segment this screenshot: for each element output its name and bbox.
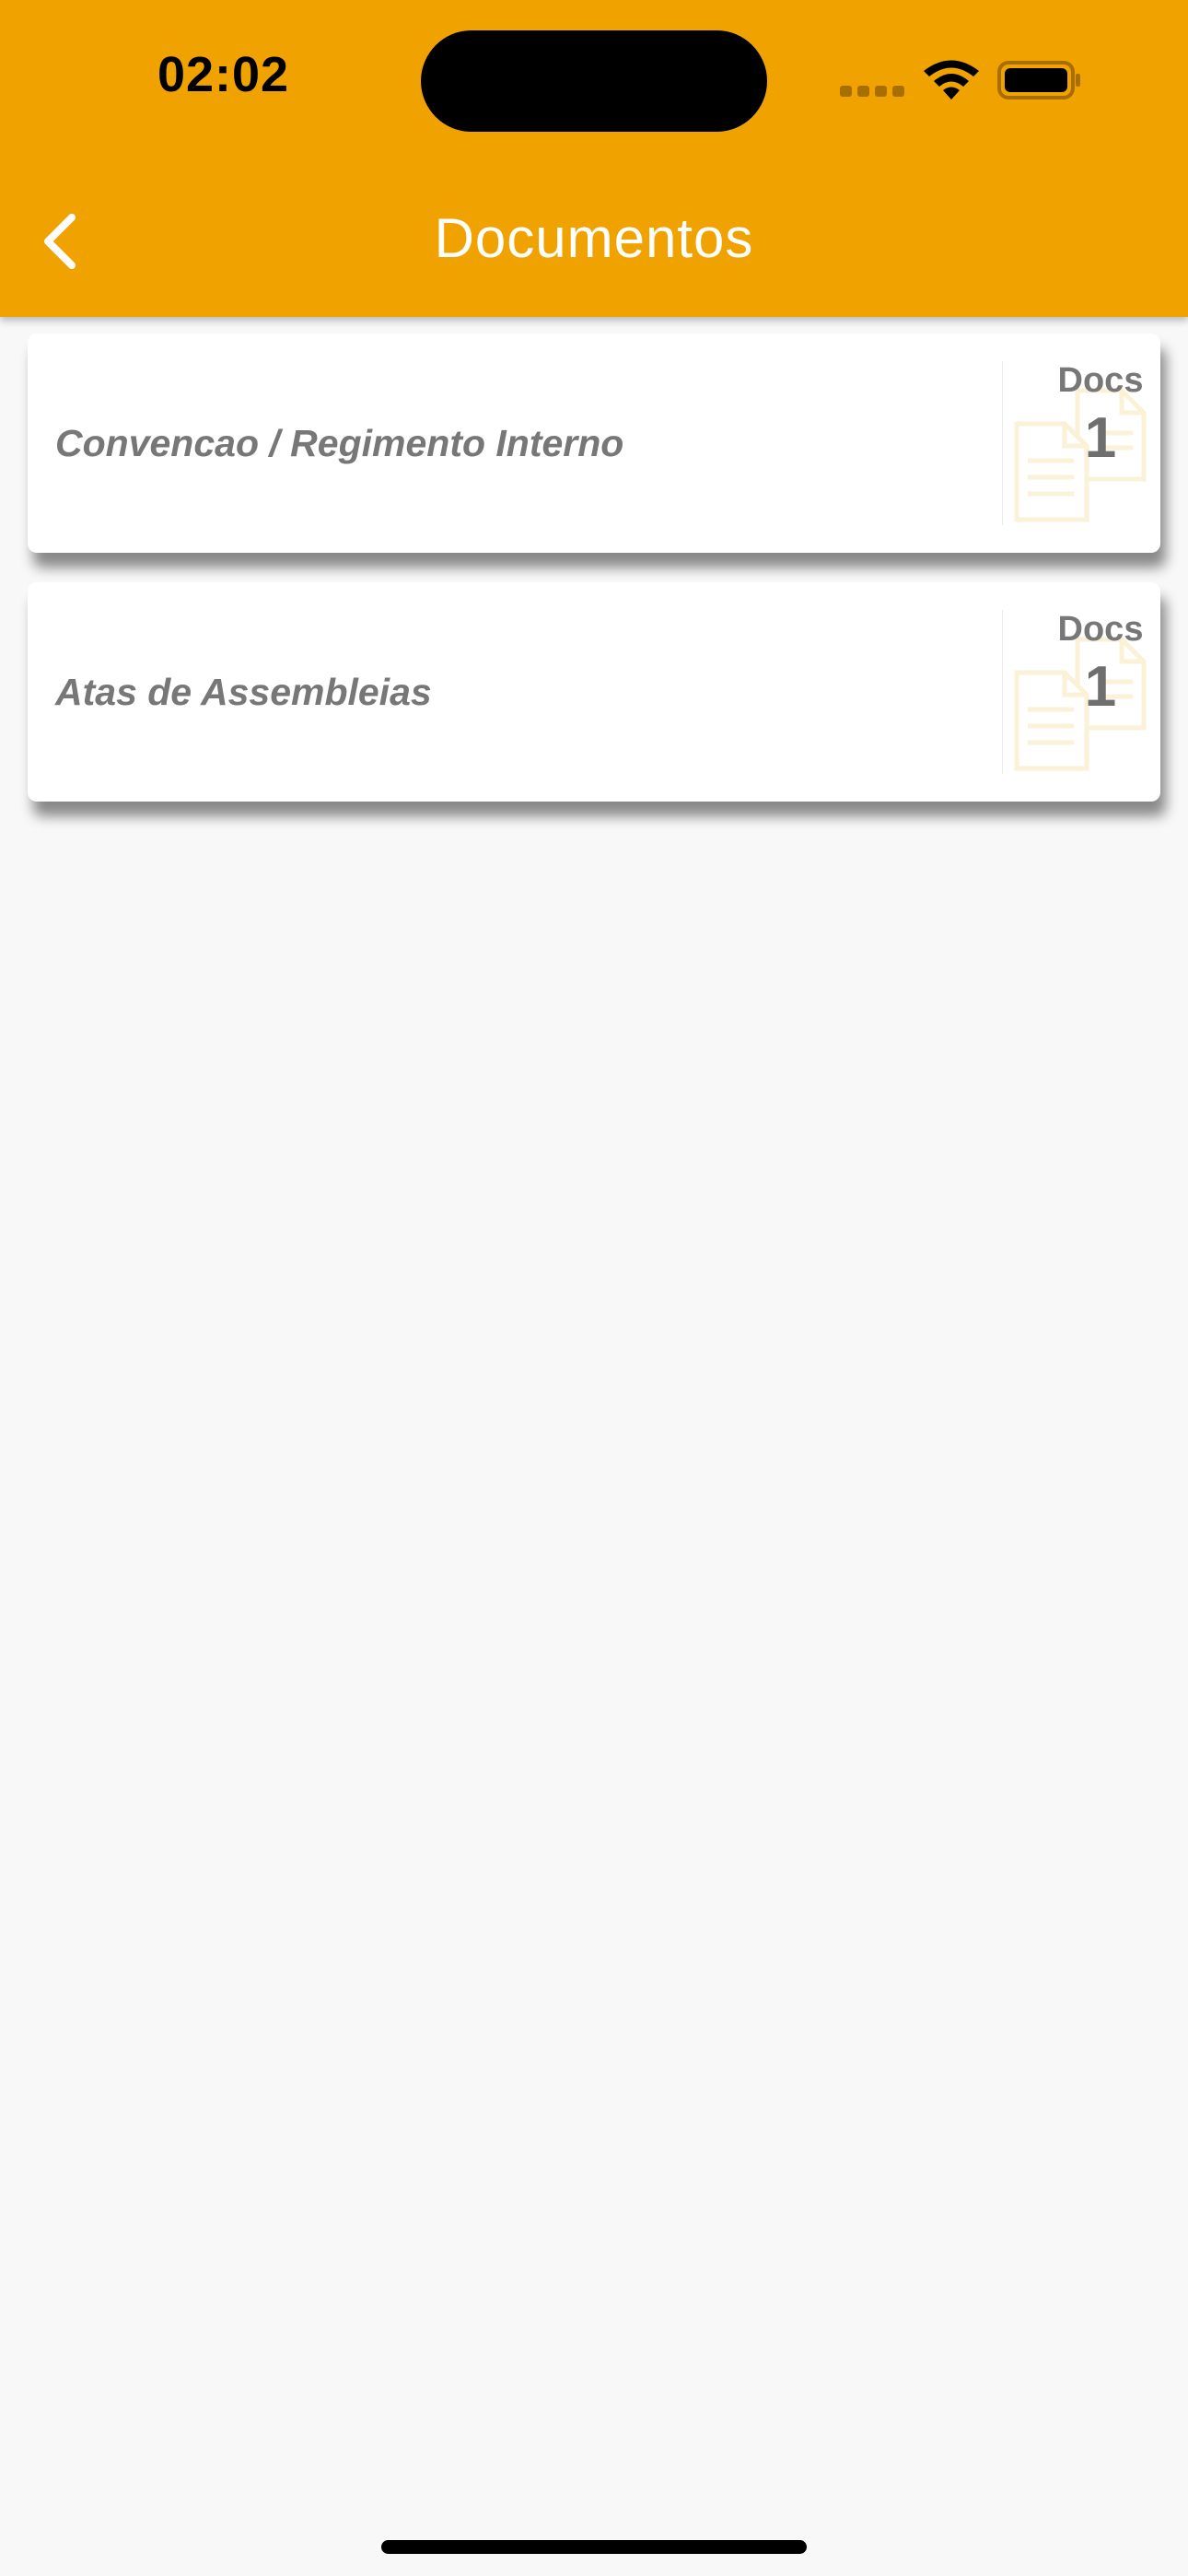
status-time: 02:02 <box>157 47 290 102</box>
list-item-convencao[interactable]: Convencao / Regimento Interno Docs 1 <box>28 334 1160 553</box>
app-header: 02:02 Documentos <box>0 0 1188 317</box>
wifi-icon <box>924 60 979 100</box>
docs-count-label: Docs <box>1057 610 1144 649</box>
documents-list: Convencao / Regimento Interno Docs 1 Ata… <box>28 334 1160 831</box>
docs-count-label: Docs <box>1057 361 1144 400</box>
battery-icon <box>997 61 1080 100</box>
home-indicator[interactable] <box>381 2540 807 2554</box>
list-item-label: Convencao / Regimento Interno <box>55 422 624 464</box>
dynamic-island <box>421 30 767 132</box>
divider <box>1002 361 1003 525</box>
docs-count-value: 1 <box>1084 406 1117 470</box>
docs-count-value: 1 <box>1084 655 1117 719</box>
divider <box>1002 610 1003 774</box>
list-item-label: Atas de Assembleias <box>55 671 432 713</box>
page-title: Documentos <box>434 207 754 269</box>
cellular-signal-icon <box>840 86 906 97</box>
list-item-atas[interactable]: Atas de Assembleias Docs 1 <box>28 582 1160 802</box>
